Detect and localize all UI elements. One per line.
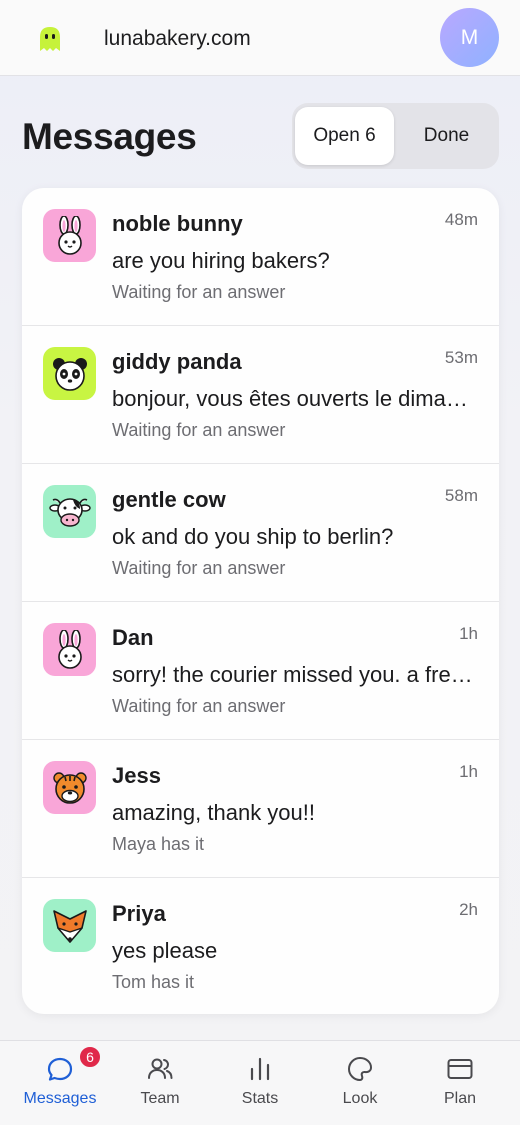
message-preview: amazing, thank you!! [112, 800, 316, 825]
bar-chart-icon [250, 1057, 270, 1081]
message-time: 58m [444, 486, 478, 505]
card-icon [447, 1059, 473, 1079]
nav-label: Look [342, 1090, 378, 1107]
conversation-row[interactable]: giddy panda 53m bonjour, vous êtes ouver… [22, 326, 499, 464]
conversation-status: Waiting for an answer [112, 696, 286, 716]
page-title: Messages [22, 116, 197, 157]
user-avatar[interactable]: M [440, 8, 499, 67]
nav-look[interactable]: Look [308, 1041, 412, 1125]
tab-done[interactable]: Done [397, 107, 496, 165]
contact-name: Jess [112, 763, 161, 788]
message-time: 2h [459, 900, 478, 919]
conversation-row[interactable]: noble bunny 48m are you hiring bakers? W… [22, 188, 499, 326]
nav-label: Messages [23, 1090, 97, 1107]
contact-name: noble bunny [112, 211, 243, 236]
people-icon [148, 1058, 173, 1079]
ghost-logo-icon[interactable] [38, 25, 62, 53]
cow-icon [43, 485, 96, 538]
tiger-icon [43, 761, 96, 814]
message-preview: ok and do you ship to berlin? [112, 524, 394, 549]
top-bar: lunabakery.com M [0, 0, 520, 76]
nav-label: Plan [443, 1090, 477, 1107]
message-time: 1h [459, 624, 478, 643]
message-time: 53m [444, 348, 478, 367]
bunny-icon [43, 623, 96, 676]
contact-name: gentle cow [112, 487, 226, 512]
conversation-list: noble bunny 48m are you hiring bakers? W… [22, 188, 499, 1014]
bottom-nav: 6 Messages Team Stats Look Plan [0, 1040, 520, 1125]
conversation-row[interactable]: Priya 2h yes please Tom has it [22, 878, 499, 1014]
contact-name: Priya [112, 901, 166, 926]
unread-badge: 6 [78, 1045, 102, 1069]
message-preview: bonjour, vous êtes ouverts le dima… [112, 386, 468, 411]
conversation-row[interactable]: gentle cow 58m ok and do you ship to ber… [22, 464, 499, 602]
message-time: 1h [459, 762, 478, 781]
nav-label: Team [140, 1090, 180, 1107]
site-name[interactable]: lunabakery.com [104, 27, 251, 51]
conversation-row[interactable]: Dan 1h sorry! the courier missed you. a … [22, 602, 499, 740]
conversation-status: Waiting for an answer [112, 420, 286, 440]
bunny-icon [43, 209, 96, 262]
panda-icon [43, 347, 96, 400]
palette-icon [348, 1057, 372, 1081]
contact-name: Dan [112, 625, 154, 650]
conversation-status: Maya has it [112, 834, 205, 854]
nav-team[interactable]: Team [108, 1041, 212, 1125]
message-preview: are you hiring bakers? [112, 248, 330, 273]
conversation-status: Waiting for an answer [112, 282, 286, 302]
message-preview: sorry! the courier missed you. a fre… [112, 662, 473, 687]
message-time: 48m [444, 210, 478, 229]
conversation-status: Waiting for an answer [112, 558, 286, 578]
nav-plan[interactable]: Plan [408, 1041, 512, 1125]
message-preview: yes please [112, 938, 218, 963]
conversation-status: Tom has it [112, 972, 195, 992]
nav-messages[interactable]: 6 Messages [8, 1041, 112, 1125]
contact-name: giddy panda [112, 349, 242, 374]
nav-label: Stats [241, 1090, 279, 1107]
nav-stats[interactable]: Stats [208, 1041, 312, 1125]
conversation-row[interactable]: Jess 1h amazing, thank you!! Maya has it [22, 740, 499, 878]
fox-icon [43, 899, 96, 952]
status-filter-toggle: Open 6 Done [292, 103, 499, 169]
chat-bubble-icon [47, 1057, 73, 1081]
tab-open[interactable]: Open 6 [295, 107, 394, 165]
